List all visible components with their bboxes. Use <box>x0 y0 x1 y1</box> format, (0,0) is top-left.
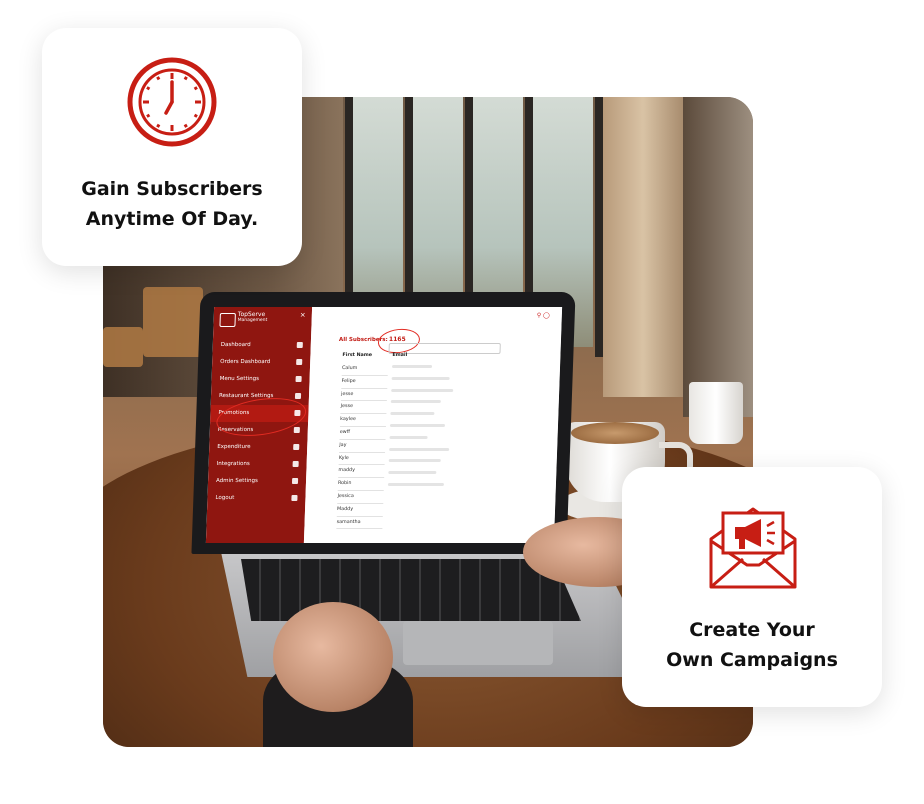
email-placeholder <box>388 459 441 463</box>
laptop-screen: TopServe Management × Dashboard Orders D… <box>205 307 563 543</box>
email-placeholder <box>387 482 444 486</box>
nav-label: Expenditure <box>217 444 251 450</box>
nav-label: Orders Dashboard <box>220 359 271 365</box>
subscriber-name: Felipe <box>341 375 388 389</box>
cafe-chair <box>103 327 143 367</box>
logout-icon <box>291 495 298 501</box>
subscriber-name: samantha <box>336 516 383 530</box>
cafe-chair <box>143 287 203 357</box>
subscriber-name: Maddy <box>336 503 384 517</box>
card-title-line1: Create Your <box>689 619 815 641</box>
window-frame <box>595 97 603 357</box>
clock-icon <box>127 57 217 147</box>
subscriber-name: kaylee <box>339 414 387 427</box>
email-placeholder <box>389 423 446 427</box>
nav-item-orders-dashboard[interactable]: Orders Dashboard <box>212 354 311 371</box>
nav-label: Menu Settings <box>219 376 260 382</box>
subscriber-name: Jessica <box>337 490 384 504</box>
subscriber-name: Jay <box>339 439 386 453</box>
card-title-line1: Gain Subscribers <box>81 178 263 200</box>
subscriber-name: Calum <box>341 363 389 376</box>
subscriber-name: Jesse <box>340 401 387 415</box>
feature-card-subscribers: Gain Subscribers Anytime Of Day. <box>42 28 302 266</box>
home-icon <box>296 342 303 348</box>
app-brand-name: TopServe <box>237 311 266 318</box>
dollar-icon <box>293 444 300 450</box>
app-brand-sub: Management <box>237 318 268 323</box>
brick-column <box>603 97 683 397</box>
email-placeholder <box>391 376 450 380</box>
subscriber-name: jesse <box>340 388 388 402</box>
email-placeholder <box>388 471 437 475</box>
gear-icon <box>291 478 299 484</box>
paper-cup <box>689 382 743 444</box>
nav-item-logout[interactable]: Logout <box>207 490 306 507</box>
card-title-line2: Anytime Of Day. <box>85 208 259 230</box>
subscriber-name: ewff <box>339 426 386 440</box>
subscriber-name: maddy <box>338 465 385 479</box>
subscriber-list: Calum Felipe jesse Jesse kaylee ewff Jay… <box>336 363 389 530</box>
monitor-icon <box>296 359 303 365</box>
card-title-line2: Own Campaigns <box>666 649 838 671</box>
utensils-icon <box>295 376 302 382</box>
plug-icon <box>292 461 299 467</box>
laptop-keyboard <box>241 559 581 621</box>
left-hand <box>273 602 393 712</box>
nav-label: Admin Settings <box>215 478 258 484</box>
email-placeholder <box>390 412 435 416</box>
email-placeholder <box>389 447 450 451</box>
email-placeholder <box>390 400 441 404</box>
column-header-email: Email <box>392 353 408 358</box>
calendar-icon <box>293 427 300 433</box>
nav-item-integrations[interactable]: Integrations <box>208 456 307 473</box>
email-placeholder <box>391 388 454 392</box>
nav-label: Integrations <box>216 461 250 467</box>
laptop-trackpad <box>403 621 553 665</box>
building-icon <box>294 393 302 399</box>
app-main: ⚲ ◯ All Subscribers: 1165 First Name Ema… <box>303 307 563 543</box>
email-placeholder <box>391 365 433 368</box>
column-header-first-name: First Name <box>342 353 373 358</box>
subscriber-name: Kyle <box>338 452 386 466</box>
megaphone-envelope-icon <box>709 507 797 589</box>
nav-label: Logout <box>215 495 235 501</box>
feature-card-campaigns: Create Your Own Campaigns <box>622 467 882 707</box>
app-logo-icon <box>219 313 236 327</box>
subscriber-name: Robin <box>337 478 385 491</box>
nav-label: Dashboard <box>220 342 251 348</box>
close-icon[interactable]: × <box>300 311 306 319</box>
email-placeholder <box>389 435 428 439</box>
app-sidebar: TopServe Management × Dashboard Orders D… <box>205 307 313 543</box>
nav-item-dashboard[interactable]: Dashboard <box>212 337 311 354</box>
cafe-wall-right <box>683 97 753 417</box>
nav-item-menu-settings[interactable]: Menu Settings <box>211 371 310 388</box>
nav-item-expenditure[interactable]: Expenditure <box>209 439 308 456</box>
email-column-blurred <box>387 365 455 495</box>
coffee <box>571 422 659 444</box>
nav-item-admin-settings[interactable]: Admin Settings <box>208 473 307 490</box>
notification-icon[interactable]: ⚲ ◯ <box>537 312 550 319</box>
